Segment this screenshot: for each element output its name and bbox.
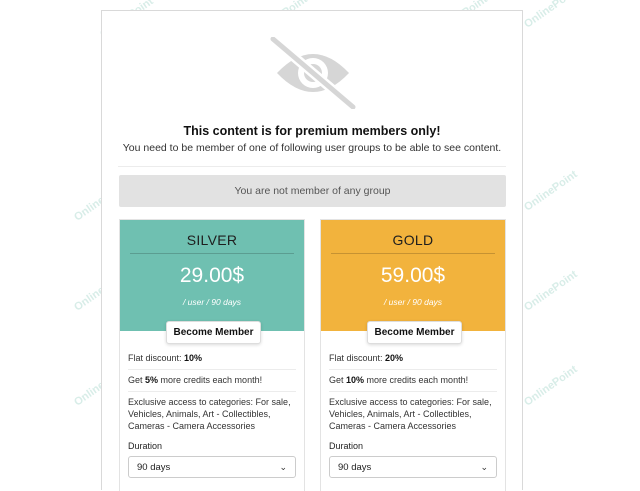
divider [118, 166, 506, 167]
plan-period: / user / 90 days [182, 297, 242, 307]
feature-label: Flat discount: [329, 353, 386, 363]
plan-name: GOLD [392, 232, 434, 248]
feature-label: more credits each month! [158, 375, 263, 385]
feature-label: Flat discount: [128, 353, 185, 363]
duration-label: Duration [329, 441, 364, 451]
feature-value: 10% [346, 375, 365, 385]
feature-discount: Flat discount: 10% [128, 348, 296, 370]
become-member-button[interactable]: Become Member [367, 321, 462, 344]
feature-label: Get [329, 375, 347, 385]
feature-credits: Get 5% more credits each month! [128, 370, 296, 392]
plan-name: SILVER [186, 232, 238, 248]
plan-header: SILVER 29.00$ / user / 90 days [120, 220, 304, 331]
premium-content-panel: This content is for premium members only… [101, 10, 523, 491]
feature-credits: Get 10% more credits each month! [329, 370, 497, 392]
eye-slash-icon [268, 37, 358, 109]
watermark: OnlinePoint [522, 168, 580, 214]
feature-discount: Flat discount: 20% [329, 348, 497, 370]
watermark: OnlinePoint [522, 268, 580, 314]
plan-card-silver: SILVER 29.00$ / user / 90 days Become Me… [119, 219, 305, 491]
chevron-down-icon: ⌄ [279, 461, 287, 472]
feature-value: 20% [385, 353, 404, 363]
chevron-down-icon: ⌄ [480, 461, 488, 472]
become-member-button[interactable]: Become Member [166, 321, 261, 344]
feature-access: Exclusive access to categories: For sale… [329, 397, 492, 431]
feature-value: 5% [145, 375, 159, 385]
duration-value: 90 days [137, 461, 171, 473]
premium-title: This content is for premium members only… [183, 124, 441, 138]
divider [331, 253, 495, 254]
duration-select[interactable]: 90 days ⌄ [128, 456, 296, 478]
feature-label: Get [128, 375, 146, 385]
plan-price: 59.00$ [380, 264, 446, 287]
feature-access: Exclusive access to categories: For sale… [128, 397, 291, 431]
group-status-notice: You are not member of any group [119, 175, 506, 207]
plan-features: Flat discount: 20% Get 10% more credits … [329, 348, 497, 478]
duration-label: Duration [128, 441, 163, 451]
plan-price: 29.00$ [179, 264, 245, 287]
watermark: OnlinePoint [522, 0, 580, 31]
watermark: OnlinePoint [522, 363, 580, 409]
duration-value: 90 days [338, 461, 372, 473]
feature-value: 10% [184, 353, 203, 363]
plan-features: Flat discount: 10% Get 5% more credits e… [128, 348, 296, 478]
duration-select[interactable]: 90 days ⌄ [329, 456, 497, 478]
plan-period: / user / 90 days [383, 297, 443, 307]
divider [130, 253, 294, 254]
feature-label: more credits each month! [364, 375, 469, 385]
plan-header: GOLD 59.00$ / user / 90 days [321, 220, 505, 331]
premium-subtitle: You need to be member of one of followin… [122, 142, 502, 154]
plan-card-gold: GOLD 59.00$ / user / 90 days Become Memb… [320, 219, 506, 491]
